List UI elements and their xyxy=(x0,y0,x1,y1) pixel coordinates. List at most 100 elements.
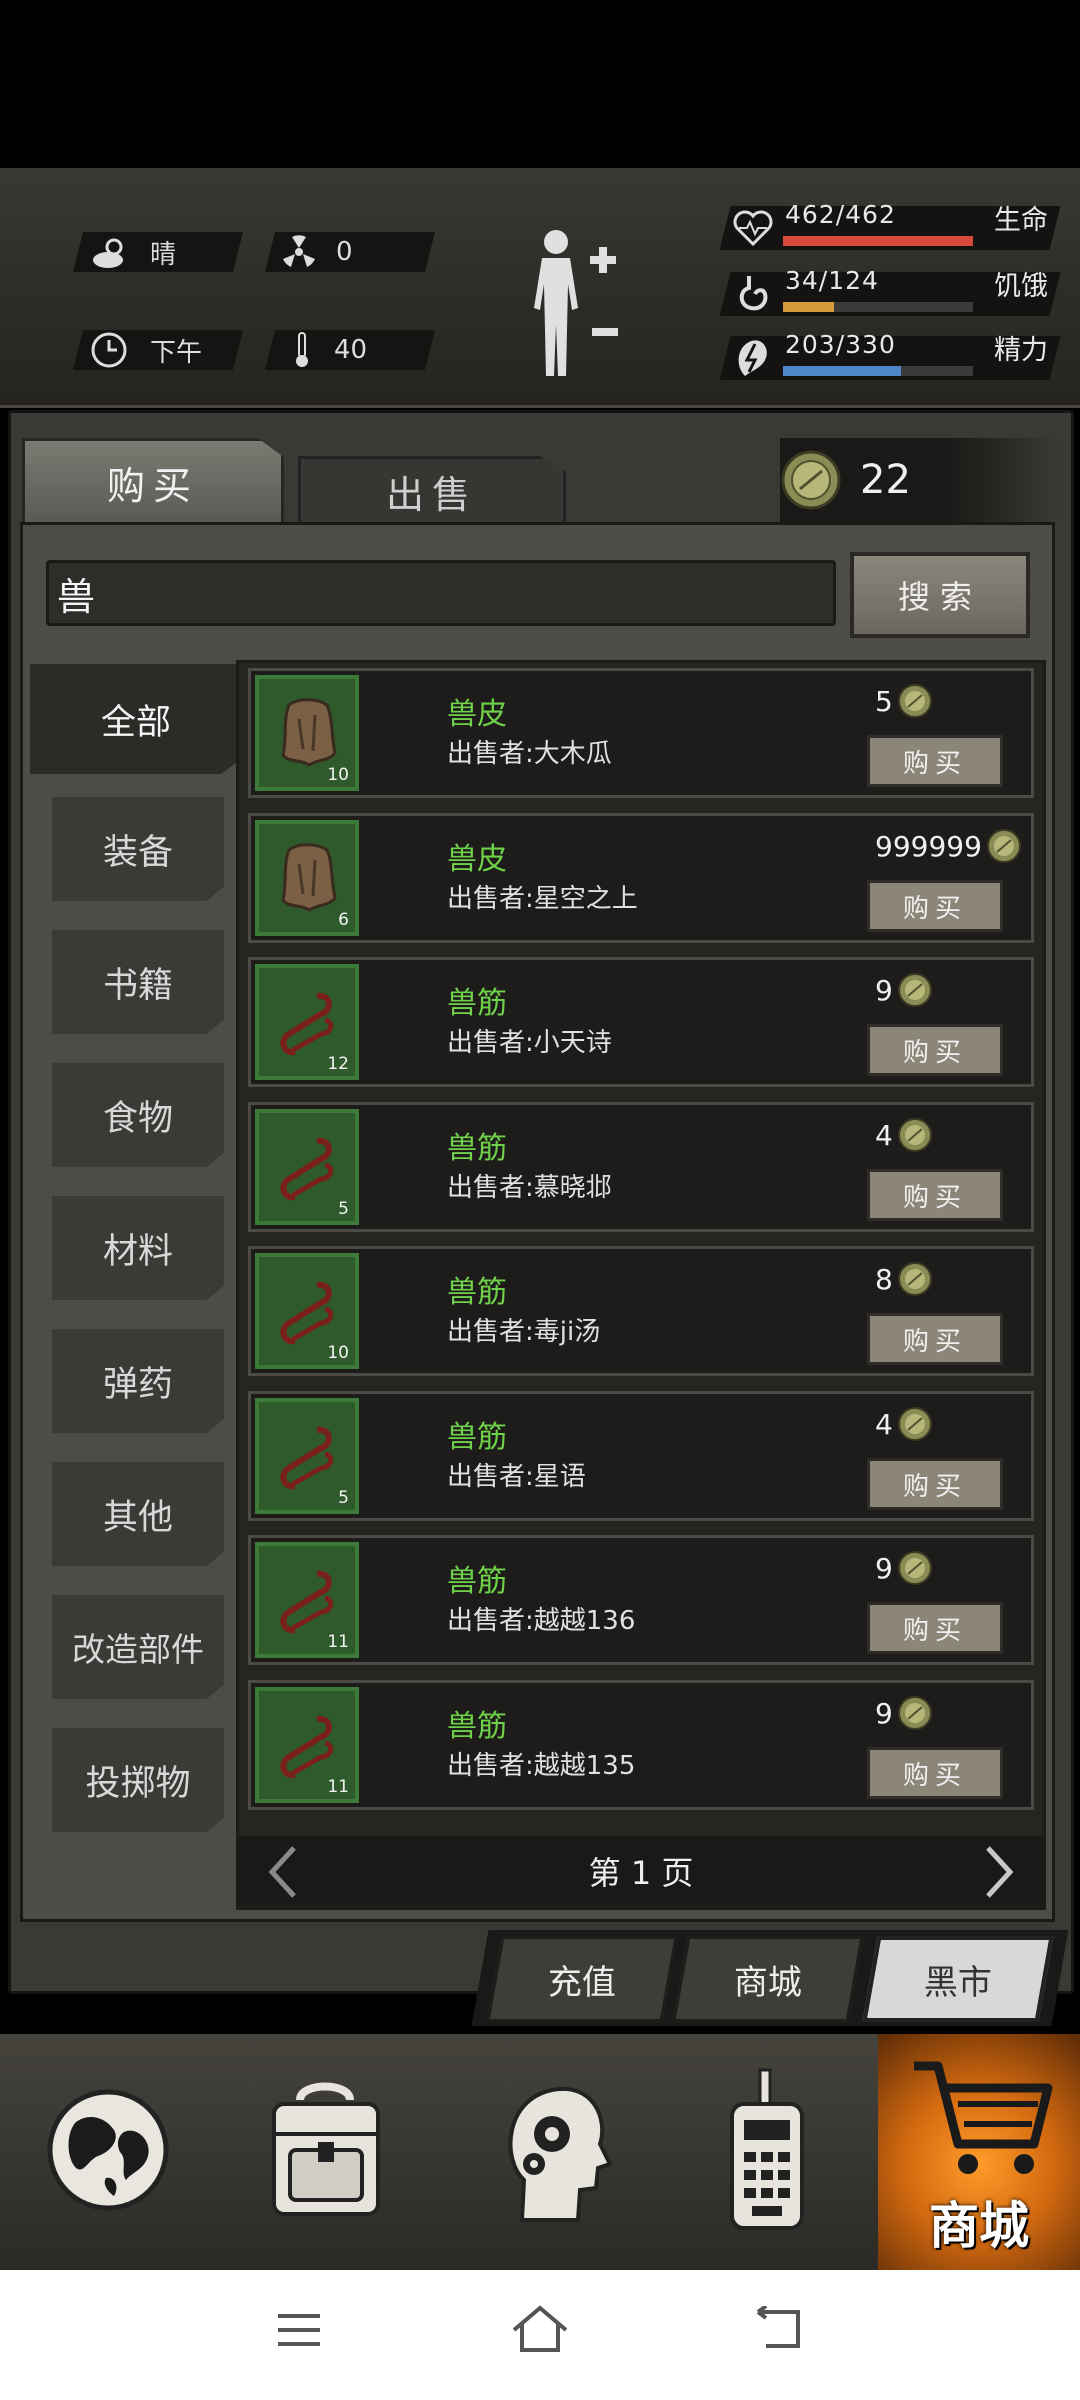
hunger-track xyxy=(783,302,973,312)
radiation-value: 0 xyxy=(336,237,353,267)
category-throwables[interactable]: 投掷物 xyxy=(52,1728,224,1832)
item-seller: 出售者:越越136 xyxy=(447,1606,636,1636)
item-quantity: 11 xyxy=(327,1632,349,1652)
tab-mall[interactable]: 商城 xyxy=(672,1936,864,2022)
item-seller: 出售者:越越135 xyxy=(447,1751,636,1781)
temperature-chip: 40 xyxy=(292,330,367,370)
energy-track xyxy=(783,366,973,376)
listing-row: 6 兽皮 出售者:星空之上 999999 购买 xyxy=(248,813,1034,943)
item-name: 兽筋 xyxy=(447,986,507,1021)
buy-button[interactable]: 购买 xyxy=(867,1169,1003,1221)
coin-icon xyxy=(897,1696,932,1730)
buy-button[interactable]: 购买 xyxy=(867,1024,1003,1076)
buy-button[interactable]: 购买 xyxy=(867,880,1003,932)
energy-icon xyxy=(738,340,767,376)
coin-icon xyxy=(897,684,932,718)
item-seller: 出售者:毒ji汤 xyxy=(447,1317,601,1347)
item-thumbnail[interactable]: 6 xyxy=(255,820,359,936)
item-name: 兽皮 xyxy=(447,697,507,732)
status-bar: 晴 0 下午 40 462/462 生命 34/124 饥饿 203/330 精… xyxy=(0,168,1080,408)
energy-value: 203/330 xyxy=(785,330,896,359)
item-name: 兽筋 xyxy=(447,1275,507,1310)
world-map-icon[interactable] xyxy=(36,2060,186,2240)
item-thumbnail[interactable]: 10 xyxy=(255,675,359,791)
category-mod-parts[interactable]: 改造部件 xyxy=(52,1595,224,1699)
health-track xyxy=(783,236,973,246)
item-name: 兽筋 xyxy=(447,1709,507,1744)
coin-icon xyxy=(897,973,932,1007)
tab-buy[interactable]: 购买 xyxy=(22,438,284,526)
tab-black-market[interactable]: 黑市 xyxy=(862,1936,1054,2022)
item-seller: 出售者:星空之上 xyxy=(447,884,638,914)
clock-icon xyxy=(91,332,127,368)
weather-icon xyxy=(93,238,123,268)
listing-row: 5 兽筋 出售者:慕晓邶 4 购买 xyxy=(248,1102,1034,1232)
coin-icon xyxy=(897,1262,932,1296)
item-price: 9 xyxy=(875,972,933,1008)
item-thumbnail[interactable]: 5 xyxy=(255,1109,359,1225)
listing-row: 11 兽筋 出售者:越越135 9 购买 xyxy=(248,1680,1034,1810)
item-price: 8 xyxy=(875,1261,933,1297)
prev-page-icon[interactable] xyxy=(268,1846,298,1898)
time-of-day: 下午 xyxy=(150,337,203,368)
category-food[interactable]: 食物 xyxy=(52,1063,224,1167)
buy-button[interactable]: 购买 xyxy=(867,1458,1003,1510)
item-name: 兽筋 xyxy=(447,1131,507,1166)
backpack-icon[interactable] xyxy=(250,2060,400,2240)
hunger-value: 34/124 xyxy=(785,266,879,295)
item-thumbnail[interactable]: 5 xyxy=(255,1398,359,1514)
menu-icon[interactable] xyxy=(274,2310,324,2350)
next-page-icon[interactable] xyxy=(984,1846,1014,1898)
category-all[interactable]: 全部 xyxy=(30,664,242,774)
category-materials[interactable]: 材料 xyxy=(52,1196,224,1300)
shop-nav-button[interactable]: 商城 xyxy=(878,2034,1080,2270)
category-equipment[interactable]: 装备 xyxy=(52,797,224,901)
buy-button[interactable]: 购买 xyxy=(867,735,1003,787)
hunger-label: 饥饿 xyxy=(994,271,1048,302)
category-ammo[interactable]: 弹药 xyxy=(52,1329,224,1433)
buy-button[interactable]: 购买 xyxy=(867,1747,1003,1799)
radio-icon[interactable] xyxy=(692,2060,842,2240)
radiation-chip: 0 xyxy=(282,232,353,272)
item-thumbnail[interactable]: 11 xyxy=(255,1542,359,1658)
time-chip: 下午 xyxy=(90,330,202,370)
item-thumbnail[interactable]: 10 xyxy=(255,1253,359,1369)
coin-icon xyxy=(781,450,841,510)
coin-icon xyxy=(897,1407,932,1441)
coin-icon xyxy=(897,1118,932,1152)
item-thumbnail[interactable]: 12 xyxy=(255,964,359,1080)
health-value: 462/462 xyxy=(785,200,896,229)
tab-recharge[interactable]: 充值 xyxy=(486,1936,678,2022)
system-nav-bar xyxy=(0,2270,1080,2400)
home-icon[interactable] xyxy=(510,2304,570,2354)
buy-button[interactable]: 购买 xyxy=(867,1602,1003,1654)
category-other[interactable]: 其他 xyxy=(52,1462,224,1566)
item-quantity: 10 xyxy=(327,1343,349,1363)
listing-row: 12 兽筋 出售者:小天诗 9 购买 xyxy=(248,957,1034,1087)
health-label: 生命 xyxy=(994,205,1048,236)
shopping-cart-icon xyxy=(914,2061,1053,2174)
item-name: 兽筋 xyxy=(447,1420,507,1455)
energy-label: 精力 xyxy=(994,335,1048,366)
page-indicator: 第 1 页 xyxy=(588,1854,694,1892)
item-thumbnail[interactable]: 11 xyxy=(255,1687,359,1803)
coin-icon xyxy=(897,1551,932,1585)
tab-sell[interactable]: 出售 xyxy=(298,456,566,526)
item-name: 兽皮 xyxy=(447,842,507,877)
weather-chip: 晴 xyxy=(90,232,176,272)
item-quantity: 10 xyxy=(327,765,349,785)
back-icon[interactable] xyxy=(752,2306,806,2352)
radiation-icon xyxy=(283,235,315,267)
item-price: 9 xyxy=(875,1550,933,1586)
search-button[interactable]: 搜索 xyxy=(850,552,1030,638)
search-input[interactable]: 兽 xyxy=(46,560,836,626)
item-price: 4 xyxy=(875,1406,933,1442)
buy-button[interactable]: 购买 xyxy=(867,1313,1003,1365)
coin-balance: 22 xyxy=(780,438,1060,522)
shop-nav-label: 商城 xyxy=(929,2197,1029,2255)
item-quantity: 5 xyxy=(338,1199,349,1219)
listing-row: 5 兽筋 出售者:星语 4 购买 xyxy=(248,1391,1034,1521)
body-status-icon[interactable] xyxy=(520,228,620,378)
skills-head-icon[interactable] xyxy=(482,2060,632,2240)
category-books[interactable]: 书籍 xyxy=(52,930,224,1034)
